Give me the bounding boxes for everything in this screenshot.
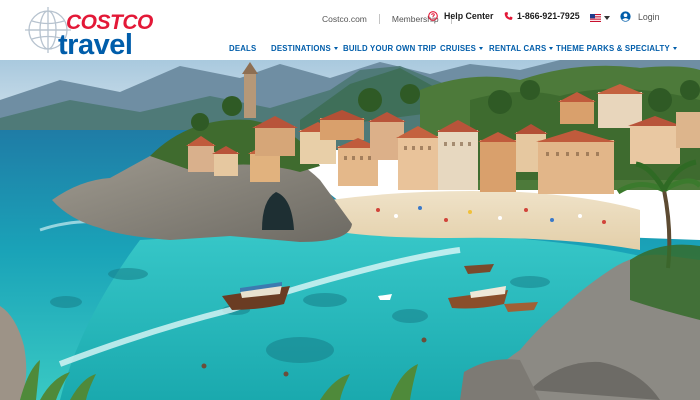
hero-banner[interactable]: [0, 60, 700, 400]
help-center-link[interactable]: Help Center: [428, 11, 493, 21]
nav-rental-cars[interactable]: RENTAL CARS: [489, 44, 553, 53]
site-header: COSTCO travel Costco.com Membership Help…: [0, 0, 700, 60]
nav-cruises[interactable]: CRUISES: [440, 44, 483, 53]
nav-destinations[interactable]: DESTINATIONS: [271, 44, 338, 53]
main-nav: DEALS DESTINATIONS BUILD YOUR OWN TRIP C…: [0, 44, 700, 56]
help-center-label: Help Center: [444, 11, 494, 21]
divider: [378, 14, 380, 24]
user-circle-icon: [620, 11, 631, 22]
nav-deals[interactable]: DEALS: [229, 44, 256, 53]
costco-com-link[interactable]: Costco.com: [322, 14, 367, 24]
phone-link[interactable]: 1-866-921-7925: [504, 11, 580, 21]
nav-build-your-own-trip[interactable]: BUILD YOUR OWN TRIP: [343, 44, 436, 53]
phone-number: 1-866-921-7925: [517, 11, 580, 21]
login-label: Login: [638, 11, 660, 22]
question-circle-icon: [428, 11, 438, 21]
hero-coastal-village-image: [0, 60, 700, 400]
phone-icon: [504, 12, 513, 20]
us-flag-icon[interactable]: [590, 14, 601, 22]
login-link[interactable]: Login: [620, 11, 660, 22]
chevron-down-icon[interactable]: [604, 16, 610, 20]
nav-theme-parks-specialty[interactable]: THEME PARKS & SPECIALTY: [556, 44, 677, 53]
